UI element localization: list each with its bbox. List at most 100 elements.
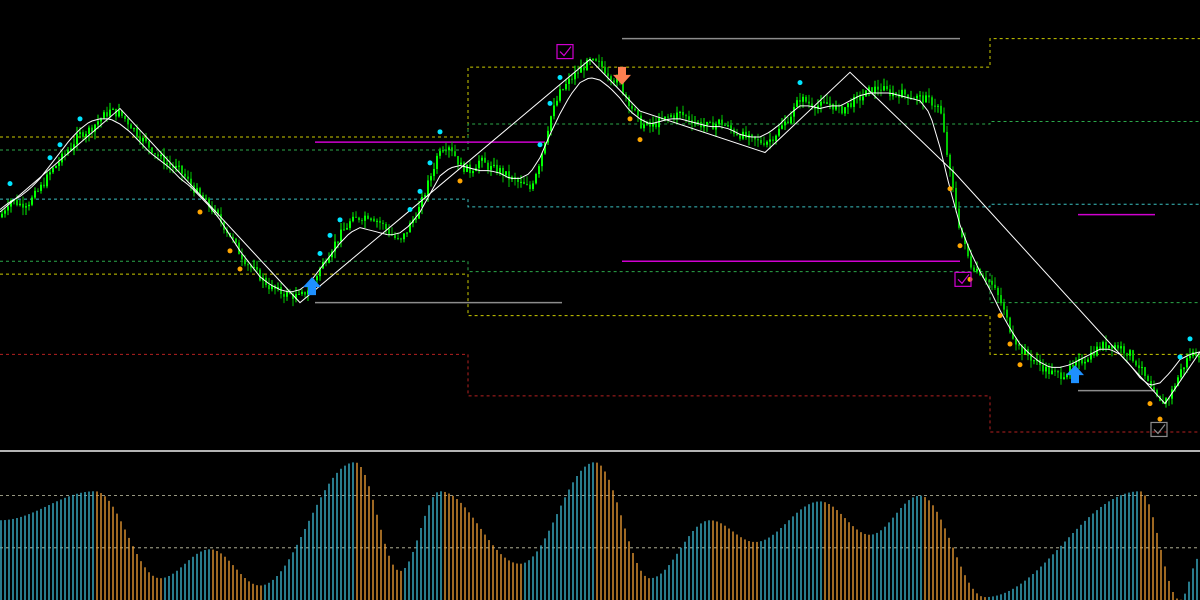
candle-body[interactable]: [406, 232, 408, 234]
candle-body[interactable]: [535, 174, 537, 184]
candle-body[interactable]: [757, 139, 759, 141]
candle-body[interactable]: [247, 264, 249, 266]
high-dot[interactable]: [1177, 354, 1183, 360]
candle-body[interactable]: [1003, 303, 1005, 310]
candle-body[interactable]: [22, 203, 24, 208]
high-dot[interactable]: [547, 100, 553, 106]
candle-body[interactable]: [343, 229, 345, 231]
candle-body[interactable]: [1045, 366, 1047, 372]
candle-body[interactable]: [178, 165, 180, 167]
candle-body[interactable]: [160, 154, 162, 157]
candle-body[interactable]: [970, 256, 972, 268]
candle-body[interactable]: [565, 83, 567, 90]
candle-body[interactable]: [481, 157, 483, 161]
high-dot[interactable]: [47, 155, 53, 161]
high-dot[interactable]: [537, 142, 543, 148]
candle-body[interactable]: [91, 127, 93, 132]
candle-body[interactable]: [268, 285, 270, 290]
candle-body[interactable]: [7, 206, 9, 211]
candle-body[interactable]: [88, 127, 90, 134]
candle-body[interactable]: [688, 116, 690, 121]
candle-body[interactable]: [1081, 359, 1083, 364]
candle-body[interactable]: [349, 221, 351, 229]
candle-body[interactable]: [1054, 370, 1056, 372]
candle-body[interactable]: [523, 181, 525, 184]
candle-body[interactable]: [601, 61, 603, 67]
candle-body[interactable]: [574, 72, 576, 80]
high-dot[interactable]: [317, 250, 323, 256]
candle-body[interactable]: [421, 196, 423, 207]
candle-body[interactable]: [997, 288, 999, 296]
candle-body[interactable]: [133, 128, 135, 130]
candle-body[interactable]: [682, 111, 684, 116]
candle-body[interactable]: [772, 139, 774, 141]
candle-body[interactable]: [955, 187, 957, 209]
high-dot[interactable]: [417, 188, 423, 194]
candle-body[interactable]: [988, 280, 990, 282]
candle-body[interactable]: [781, 125, 783, 129]
candle-body[interactable]: [799, 100, 801, 102]
candle-body[interactable]: [769, 139, 771, 142]
candle-body[interactable]: [673, 115, 675, 119]
candle-body[interactable]: [403, 233, 405, 240]
high-dot[interactable]: [557, 74, 563, 80]
candle-body[interactable]: [538, 166, 540, 175]
candle-body[interactable]: [436, 155, 438, 169]
candle-body[interactable]: [301, 291, 303, 294]
candle-body[interactable]: [862, 96, 864, 101]
candle-body[interactable]: [607, 73, 609, 77]
candle-body[interactable]: [142, 137, 144, 142]
candle-body[interactable]: [745, 131, 747, 138]
candle-body[interactable]: [388, 228, 390, 234]
candle-body[interactable]: [928, 95, 930, 98]
candle-body[interactable]: [58, 162, 60, 166]
candle-body[interactable]: [631, 106, 633, 109]
candle-body[interactable]: [724, 124, 726, 126]
candle-body[interactable]: [34, 190, 36, 198]
channel-line-1[interactable]: [0, 38, 1200, 138]
candle-body[interactable]: [727, 125, 729, 127]
low-dot[interactable]: [637, 137, 643, 143]
candle-body[interactable]: [1153, 387, 1155, 391]
candle-body[interactable]: [304, 291, 306, 295]
candle-body[interactable]: [37, 190, 39, 192]
candle-body[interactable]: [16, 199, 18, 206]
candle-body[interactable]: [850, 103, 852, 107]
candle-body[interactable]: [382, 222, 384, 224]
candle-body[interactable]: [562, 89, 564, 91]
candle-body[interactable]: [1, 213, 3, 218]
candle-body[interactable]: [433, 168, 435, 177]
candle-body[interactable]: [685, 115, 687, 117]
candle-body[interactable]: [181, 165, 183, 174]
candle-body[interactable]: [556, 100, 558, 106]
candle-body[interactable]: [1129, 350, 1131, 356]
candle-body[interactable]: [859, 96, 861, 101]
candle-body[interactable]: [823, 101, 825, 103]
candle-body[interactable]: [751, 134, 753, 137]
high-dot[interactable]: [427, 160, 433, 166]
candle-body[interactable]: [709, 121, 711, 123]
candle-body[interactable]: [520, 181, 522, 183]
candle-body[interactable]: [439, 151, 441, 156]
candle-body[interactable]: [763, 143, 765, 145]
candle-body[interactable]: [1135, 361, 1137, 366]
candle-body[interactable]: [1063, 377, 1065, 379]
candle-body[interactable]: [874, 86, 876, 94]
channel-line-3[interactable]: [0, 260, 1200, 304]
low-dot[interactable]: [197, 209, 203, 215]
candle-body[interactable]: [442, 150, 444, 152]
candle-body[interactable]: [355, 216, 357, 218]
candle-body[interactable]: [298, 293, 300, 295]
candle-body[interactable]: [127, 118, 129, 125]
candle-body[interactable]: [1084, 361, 1086, 364]
candle-body[interactable]: [1120, 346, 1122, 349]
candle-body[interactable]: [790, 116, 792, 124]
candle-body[interactable]: [103, 112, 105, 119]
candle-body[interactable]: [1126, 353, 1128, 356]
high-dot[interactable]: [77, 116, 83, 122]
candle-body[interactable]: [994, 284, 996, 289]
candle-body[interactable]: [394, 235, 396, 238]
candle-body[interactable]: [505, 171, 507, 176]
candle-body[interactable]: [19, 203, 21, 206]
candle-body[interactable]: [379, 220, 381, 223]
